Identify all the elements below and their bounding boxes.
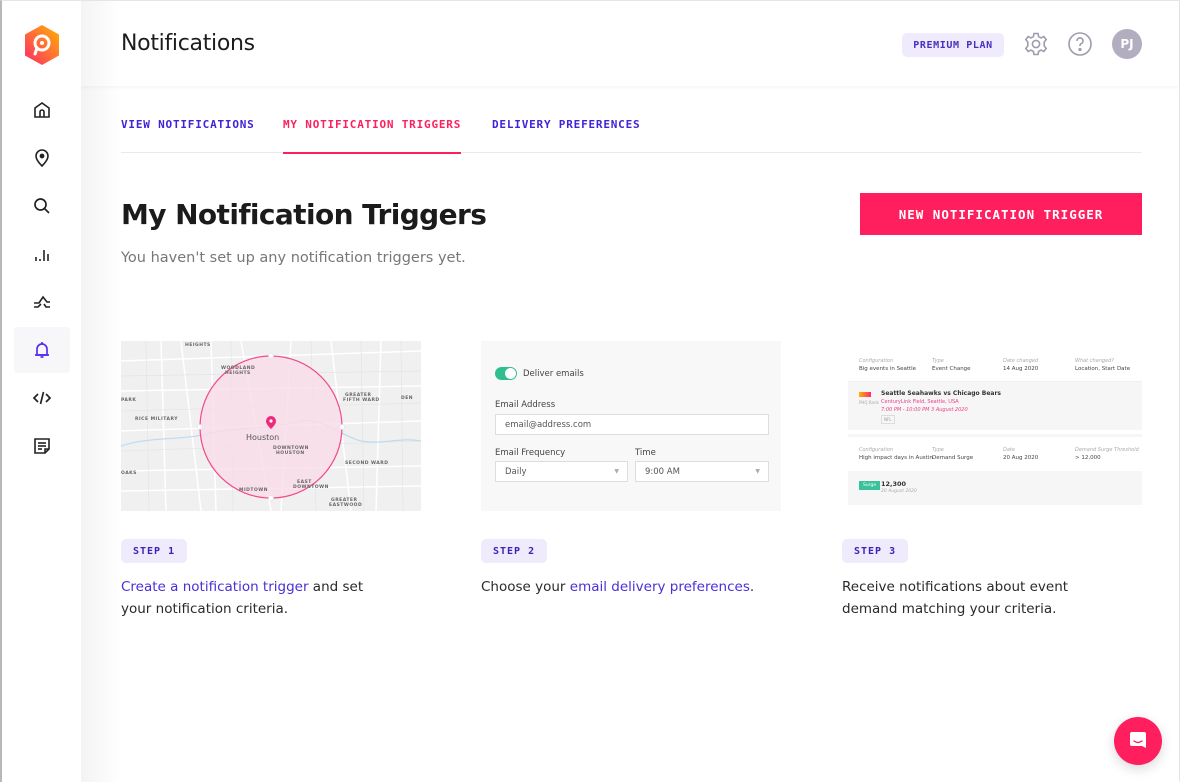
home-icon [34, 102, 50, 118]
step-3-description: Receive notifications about event demand… [842, 579, 1069, 617]
chat-launcher-button[interactable] [1114, 717, 1162, 765]
tab-my-notification-triggers[interactable]: MY NOTIFICATION TRIGGERS [283, 118, 462, 154]
step-3-badge: STEP 3 [842, 539, 909, 563]
user-avatar[interactable]: PJ [1112, 29, 1142, 59]
svg-text:DOWNTOWN: DOWNTOWN [293, 484, 329, 490]
email-frequency-label: Email Frequency [495, 448, 566, 458]
chat-bubble-icon [1130, 732, 1146, 748]
svg-text:SECOND WARD: SECOND WARD [345, 460, 388, 466]
sidebar-item-api[interactable] [14, 375, 70, 421]
svg-text:EASTWOOD: EASTWOOD [329, 502, 362, 508]
sidebar-item-search[interactable] [14, 183, 70, 229]
step-2-description: Choose your email delivery preferences. [481, 579, 755, 595]
email-frequency-select: Daily ▼ [495, 461, 628, 482]
step-2-badge: STEP 2 [481, 539, 548, 563]
sidebar-item-docs[interactable] [14, 423, 70, 469]
settings-button[interactable] [1023, 31, 1049, 57]
step-3-notification-illustration: Configuration Type Date changed What cha… [842, 341, 1142, 511]
new-notification-trigger-button[interactable]: NEW NOTIFICATION TRIGGER [860, 193, 1142, 235]
sidebar-item-home[interactable] [14, 87, 70, 133]
help-circle-icon [1068, 32, 1092, 56]
help-button[interactable] [1067, 31, 1093, 57]
code-icon [32, 391, 52, 405]
app-logo[interactable] [23, 24, 61, 66]
svg-text:PARK: PARK [121, 397, 136, 403]
document-icon [34, 438, 50, 454]
deliver-emails-toggle [495, 367, 517, 380]
rank-bars-icon [859, 392, 871, 397]
svg-text:FIFTH WARD: FIFTH WARD [343, 397, 380, 403]
gear-icon [1024, 32, 1048, 56]
email-delivery-preferences-link[interactable]: email delivery preferences [570, 579, 750, 595]
svg-text:DEN: DEN [401, 395, 413, 401]
svg-text:HEIGHTS: HEIGHTS [225, 370, 251, 376]
step-1-badge: STEP 1 [121, 539, 188, 563]
svg-text:RICE MILITARY: RICE MILITARY [135, 416, 178, 422]
step-1-map-illustration: HEIGHTS WOODLAND HEIGHTS GREATER FIFTH WAR… [121, 341, 421, 511]
chevron-down-icon: ▼ [755, 468, 760, 475]
bell-icon [35, 342, 49, 358]
step-1-description: Create a notification trigger and set yo… [121, 579, 364, 617]
svg-text:HOUSTON: HOUSTON [276, 450, 305, 456]
bar-chart-icon [35, 250, 49, 261]
sidebar-item-analytics[interactable] [14, 231, 70, 277]
create-notification-trigger-link[interactable]: Create a notification trigger [121, 579, 309, 595]
tab-view-notifications[interactable]: VIEW NOTIFICATIONS [121, 118, 255, 153]
location-pin-icon [35, 149, 49, 168]
chevron-down-icon: ▼ [614, 468, 619, 475]
sidebar-item-trends[interactable] [14, 279, 70, 325]
sidebar [2, 1, 81, 782]
svg-text:Houston: Houston [246, 433, 279, 442]
empty-state-message: You haven't set up any notification trig… [121, 250, 466, 266]
step-2-email-illustration: Deliver emails Email Address email@addre… [481, 341, 781, 511]
email-address-field: email@address.com [495, 414, 769, 435]
tab-delivery-preferences[interactable]: DELIVERY PREFERENCES [492, 118, 640, 153]
page-title: Notifications [121, 31, 255, 56]
tab-bar: VIEW NOTIFICATIONS MY NOTIFICATION TRIGG… [121, 110, 1142, 154]
map-label: HEIGHTS [185, 342, 211, 348]
email-address-label: Email Address [495, 400, 556, 410]
svg-text:MIDTOWN: MIDTOWN [239, 487, 268, 493]
time-select: 9:00 AM ▼ [635, 461, 769, 482]
toggle-label: Deliver emails [523, 369, 584, 379]
section-heading: My Notification Triggers [121, 198, 487, 231]
search-icon [34, 198, 50, 214]
trend-lines-icon [34, 295, 50, 308]
premium-plan-badge[interactable]: PREMIUM PLAN [902, 33, 1004, 57]
svg-text:OAKS: OAKS [121, 470, 137, 476]
sidebar-item-notifications[interactable] [14, 327, 70, 373]
sidebar-item-locations[interactable] [14, 135, 70, 181]
time-label: Time [635, 448, 656, 458]
